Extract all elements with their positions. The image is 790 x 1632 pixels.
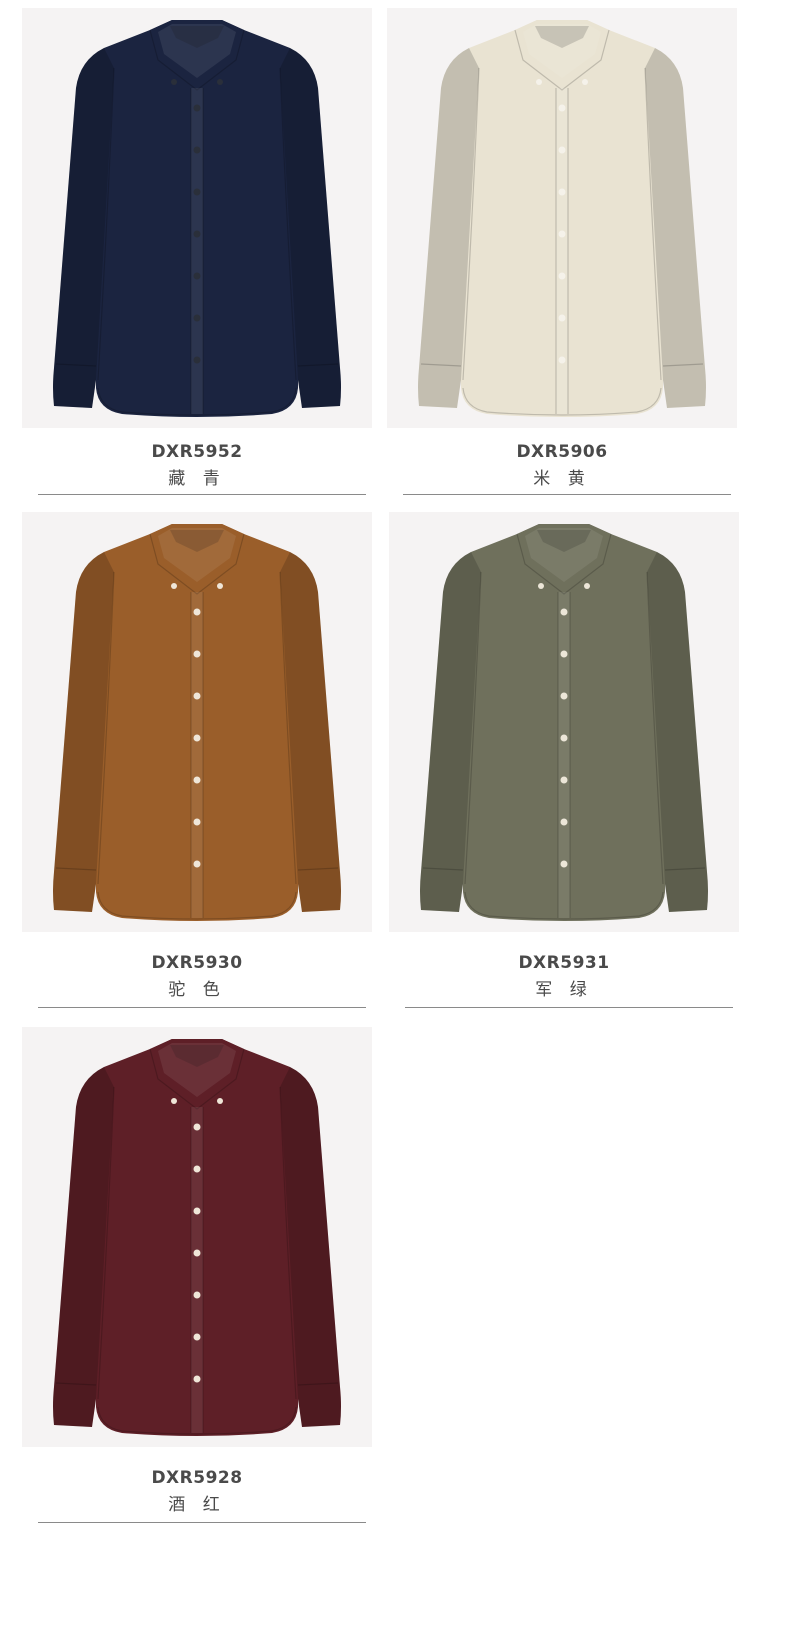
shirt-button (193, 608, 201, 616)
shirt-illustration (420, 524, 708, 921)
divider (38, 1007, 366, 1008)
product-color-name: 军 绿 (535, 980, 593, 1000)
collar-button (217, 79, 223, 85)
shirt-button (193, 104, 201, 112)
divider (405, 1007, 733, 1008)
product-photo[interactable] (389, 512, 739, 932)
shirt-button (193, 1291, 201, 1299)
placket (558, 592, 570, 918)
shirt-button (558, 146, 566, 154)
product-photo[interactable] (22, 512, 372, 932)
shirt-button (558, 272, 566, 280)
product-code: DXR5928 (151, 1468, 243, 1488)
shirt-button (193, 860, 201, 868)
shirt-button (558, 356, 566, 364)
collar-button (538, 583, 544, 589)
divider (403, 494, 731, 495)
shirt-button (560, 608, 568, 616)
product-photo[interactable] (22, 1027, 372, 1447)
product-code: DXR5931 (518, 953, 610, 973)
product-color-name: 米 黄 (533, 469, 591, 489)
shirt-button (193, 1207, 201, 1215)
collar-button (217, 583, 223, 589)
shirt-button (193, 146, 201, 154)
collar-button (171, 583, 177, 589)
shirt-button (193, 1249, 201, 1257)
product-photo[interactable] (387, 8, 737, 428)
shirt-button (193, 650, 201, 658)
shirt-button (193, 692, 201, 700)
shirt-button (193, 776, 201, 784)
shirt-illustration (418, 20, 706, 417)
shirt-button (193, 188, 201, 196)
collar-button (171, 1098, 177, 1104)
shirt-button (193, 356, 201, 364)
shirt-button (193, 272, 201, 280)
shirt-button (193, 1165, 201, 1173)
shirt-button (560, 860, 568, 868)
product-photo[interactable] (22, 8, 372, 428)
shirt-button (193, 818, 201, 826)
product-color-name: 藏 青 (168, 469, 226, 489)
product-color-name: 驼 色 (168, 980, 226, 1000)
shirt-button (193, 734, 201, 742)
placket (556, 88, 568, 414)
placket (191, 88, 203, 414)
product-code: DXR5930 (151, 953, 243, 973)
shirt-button (560, 818, 568, 826)
shirt-illustration (53, 524, 341, 921)
shirt-button (560, 692, 568, 700)
shirt-button (560, 650, 568, 658)
collar-button (171, 79, 177, 85)
shirt-button (558, 314, 566, 322)
shirt-button (558, 188, 566, 196)
shirt-illustration (53, 1039, 341, 1436)
placket (191, 1107, 203, 1433)
shirt-button (558, 104, 566, 112)
collar-button (582, 79, 588, 85)
collar-button (536, 79, 542, 85)
divider (38, 494, 366, 495)
shirt-button (193, 1333, 201, 1341)
product-color-name: 酒 红 (168, 1495, 226, 1515)
placket (191, 592, 203, 918)
product-code: DXR5906 (516, 442, 608, 462)
shirt-button (560, 776, 568, 784)
shirt-button (193, 1123, 201, 1131)
product-code: DXR5952 (151, 442, 243, 462)
shirt-button (193, 314, 201, 322)
shirt-button (558, 230, 566, 238)
collar-button (217, 1098, 223, 1104)
shirt-button (193, 230, 201, 238)
shirt-button (560, 734, 568, 742)
shirt-illustration (53, 20, 341, 417)
collar-button (584, 583, 590, 589)
shirt-button (193, 1375, 201, 1383)
divider (38, 1522, 366, 1523)
